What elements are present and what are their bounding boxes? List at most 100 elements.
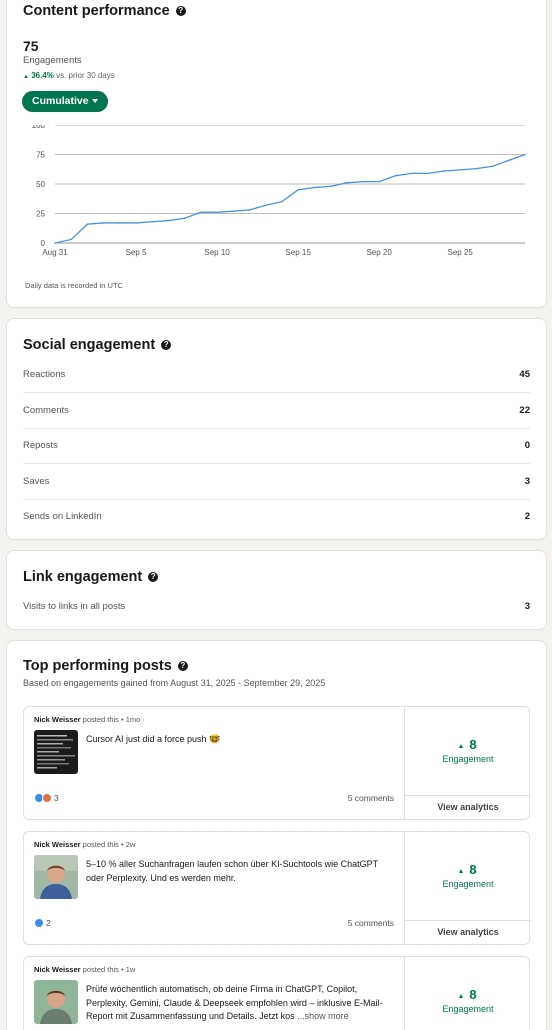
post-content[interactable]: Nick Weisser posted this • 2w 5–10 % all… [24, 832, 405, 944]
portrait-photo-image [34, 855, 78, 899]
post-stats: 8 Engagement View analytics [405, 832, 531, 944]
post-content[interactable]: Nick Weisser posted this • 1mo Cursor AI… [24, 707, 405, 819]
post-meta: posted this • 2w [82, 840, 136, 849]
cumulative-dropdown-button[interactable]: Cumulative [22, 91, 108, 112]
post-author-line: Nick Weisser posted this • 1w [34, 965, 135, 974]
engagement-count: 8 [469, 862, 477, 877]
engagement-stat: 8 Engagement [405, 862, 531, 889]
comments-link[interactable]: 5 comments [348, 918, 394, 928]
social-engagement-card: Social engagement ? Reactions 45 Comment… [6, 318, 547, 540]
data-point[interactable] [135, 222, 137, 224]
section-title: Link engagement [23, 569, 143, 585]
data-point[interactable] [216, 211, 218, 214]
post-stats: 8 Engagement [405, 957, 531, 1030]
engagements-label: Engagements [23, 55, 82, 66]
metric-value: 22 [519, 404, 530, 416]
author-name[interactable]: Nick Weisser [34, 840, 81, 849]
data-point[interactable] [70, 238, 73, 241]
post-thumbnail[interactable] [34, 980, 78, 1024]
post-thumbnail[interactable] [34, 855, 78, 899]
post-text[interactable]: Prüfe wöchentlich automatisch, ob deine … [86, 983, 386, 1024]
post-text-body: Cursor AI just did a force push 🤓 [86, 734, 221, 744]
view-analytics-button[interactable]: View analytics [405, 920, 531, 944]
post-text[interactable]: 5–10 % aller Suchanfragen laufen schon ü… [86, 858, 386, 885]
data-point[interactable] [459, 169, 461, 171]
post-meta: posted this • 1w [82, 965, 136, 974]
data-point[interactable] [475, 167, 478, 170]
data-point[interactable] [281, 200, 283, 203]
engagement-count: 8 [469, 987, 477, 1002]
engagement-count: 8 [469, 737, 477, 752]
author-name[interactable]: Nick Weisser [34, 715, 81, 724]
data-point[interactable] [86, 223, 89, 225]
comments-link[interactable]: 5 comments [348, 793, 394, 803]
post-thumbnail[interactable] [34, 730, 78, 774]
like-reaction-icon [34, 918, 44, 928]
data-point[interactable] [313, 186, 316, 189]
data-point[interactable] [410, 172, 413, 175]
data-point[interactable] [264, 204, 267, 207]
reaction-count: 3 [54, 793, 59, 803]
content-performance-heading: Content performance ? [23, 3, 186, 19]
y-tick-label: 100 [32, 125, 46, 130]
metric-value: 3 [524, 601, 530, 613]
help-icon[interactable]: ? [161, 340, 172, 350]
post-author-line: Nick Weisser posted this • 1mo [34, 715, 140, 724]
top-posts-subtitle: Based on engagements gained from August … [23, 678, 326, 688]
data-point[interactable] [426, 172, 429, 175]
data-point[interactable] [394, 174, 397, 177]
data-point[interactable] [297, 189, 299, 191]
link-engagement-card: Link engagement ? Visits to links in all… [6, 550, 547, 630]
data-point[interactable] [200, 211, 202, 214]
metric-label: Reposts [23, 439, 58, 451]
metric-value: 2 [524, 511, 530, 523]
data-point[interactable] [491, 165, 494, 168]
engagement-label: Engagement [442, 1004, 494, 1014]
reactions-summary[interactable]: 3 [34, 793, 59, 803]
data-point[interactable] [524, 153, 526, 156]
x-tick-label: Sep 15 [285, 248, 311, 257]
x-tick-label: Aug 31 [42, 248, 68, 257]
metric-row-saves: Saves 3 [23, 464, 530, 500]
post-card[interactable]: Nick Weisser posted this • 1w Prüfe wöch… [23, 956, 530, 1030]
love-reaction-icon [42, 793, 52, 803]
post-card[interactable]: Nick Weisser posted this • 1mo Cursor AI… [23, 706, 531, 820]
change-percent: 36.4% [31, 71, 54, 80]
post-text[interactable]: Cursor AI just did a force push 🤓 [86, 733, 386, 747]
post-content[interactable]: Nick Weisser posted this • 1w Prüfe wöch… [24, 957, 405, 1030]
data-point[interactable] [167, 219, 170, 222]
data-point[interactable] [232, 210, 235, 212]
reactions-summary[interactable]: 2 [34, 918, 51, 928]
data-point[interactable] [151, 220, 154, 223]
help-icon[interactable]: ? [177, 661, 188, 671]
data-point[interactable] [507, 159, 510, 162]
engagement-label: Engagement [442, 879, 494, 889]
data-point[interactable] [443, 170, 445, 172]
data-point[interactable] [362, 180, 364, 183]
portrait-photo-image [34, 980, 78, 1024]
x-tick-label: Sep 10 [204, 248, 230, 257]
data-point[interactable] [248, 209, 251, 211]
post-text-body: 5–10 % aller Suchanfragen laufen schon ü… [86, 859, 379, 883]
metric-row-reactions: Reactions 45 [23, 357, 530, 393]
data-point[interactable] [183, 217, 186, 220]
post-card[interactable]: Nick Weisser posted this • 2w 5–10 % all… [23, 831, 531, 945]
view-analytics-button[interactable]: View analytics [405, 795, 531, 819]
up-arrow-icon: ▲ [23, 74, 29, 80]
author-name[interactable]: Nick Weisser [34, 965, 81, 974]
data-point[interactable] [119, 222, 121, 224]
data-point[interactable] [378, 180, 380, 183]
help-icon[interactable]: ? [175, 6, 186, 16]
engagements-total: 75 [23, 38, 39, 54]
metric-label: Visits to links in all posts [23, 601, 126, 613]
data-point[interactable] [54, 242, 56, 244]
y-tick-label: 0 [41, 239, 46, 248]
help-icon[interactable]: ? [148, 572, 159, 582]
data-point[interactable] [102, 222, 105, 224]
change-indicator: ▲ 36.4% vs. prior 30 days [23, 71, 115, 80]
data-point[interactable] [345, 182, 348, 184]
data-point[interactable] [329, 185, 332, 188]
x-tick-label: Sep 25 [447, 248, 473, 257]
up-arrow-icon [459, 993, 464, 998]
show-more-link[interactable]: ...show more [297, 1011, 349, 1021]
